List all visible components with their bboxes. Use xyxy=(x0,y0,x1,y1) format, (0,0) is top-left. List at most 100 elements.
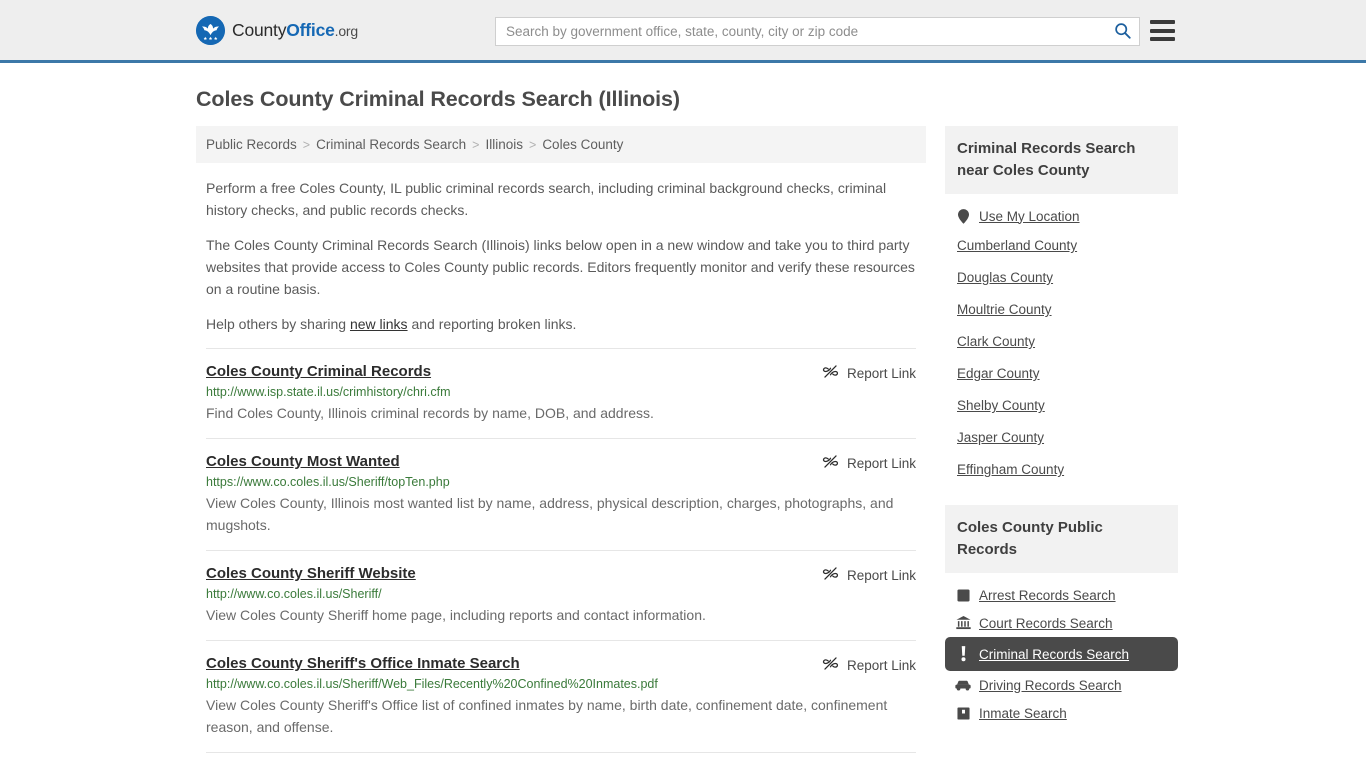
sidebar-item-label[interactable]: Court Records Search xyxy=(979,616,1113,631)
hamburger-bar xyxy=(1150,20,1175,24)
nearby-counties-title: Criminal Records Search near Coles Count… xyxy=(945,126,1178,194)
nearby-county-item[interactable]: Effingham County xyxy=(945,454,1178,486)
results-list: Coles County Criminal Records http://www… xyxy=(196,348,926,768)
search-input[interactable] xyxy=(496,18,1105,45)
result-title-link[interactable]: Coles County Sheriff's Office Inmate Sea… xyxy=(206,655,520,672)
sidebar-item-label[interactable]: Driving Records Search xyxy=(979,678,1122,693)
sidebar-item-arrest-records-search[interactable]: Arrest Records Search xyxy=(945,581,1178,609)
result-description: View Coles County Sheriff home page, inc… xyxy=(206,607,706,623)
intro-paragraph-1: Perform a free Coles County, IL public c… xyxy=(206,180,887,218)
breadcrumb-separator: > xyxy=(302,137,311,152)
intro-p3-before: Help others by sharing xyxy=(206,316,350,332)
intro-paragraph-3: Help others by sharing new links and rep… xyxy=(206,313,916,335)
new-links-link[interactable]: new links xyxy=(350,316,408,332)
nearby-county-item[interactable]: Douglas County xyxy=(945,262,1178,294)
result-item: Coles County Sheriff's Office Inmate Sea… xyxy=(206,640,916,752)
nearby-county-label[interactable]: Clark County xyxy=(957,334,1035,349)
nearby-county-label[interactable]: Douglas County xyxy=(957,270,1053,285)
result-description: View Coles County Sheriff's Office list … xyxy=(206,697,888,735)
search-button[interactable] xyxy=(1105,18,1139,45)
result-title-link[interactable]: Coles County Most Wanted xyxy=(206,453,400,470)
sidebar-item-court-records-search[interactable]: Court Records Search xyxy=(945,609,1178,637)
breadcrumb-item-illinois[interactable]: Illinois xyxy=(485,137,523,152)
logo-wordmark: CountyOffice.org xyxy=(232,20,358,41)
result-title-link[interactable]: Coles County Criminal Records xyxy=(206,363,431,380)
sidebar-item-label[interactable]: Inmate Search xyxy=(979,706,1067,721)
report-link-label: Report Link xyxy=(846,365,916,381)
breadcrumb-separator: > xyxy=(529,137,537,152)
content-columns: Public Records > Criminal Records Search… xyxy=(0,126,1366,768)
nearby-counties-card: Criminal Records Search near Coles Count… xyxy=(945,126,1178,486)
logo-text-county: County xyxy=(232,19,287,40)
breadcrumb-item-coles-county: Coles County xyxy=(542,137,624,152)
result-item: Coles County Sheriff's Office Inmate Sea… xyxy=(206,752,916,768)
breadcrumb: Public Records > Criminal Records Search… xyxy=(196,126,926,163)
exclamation-icon xyxy=(955,646,971,662)
result-item: Coles County Criminal Records http://www… xyxy=(206,348,916,438)
page-title: Coles County Criminal Records Search (Il… xyxy=(196,87,680,111)
report-link-label: Report Link xyxy=(846,657,916,673)
use-my-location-item[interactable]: Use My Location xyxy=(945,202,1178,230)
result-title-link[interactable]: Coles County Sheriff Website xyxy=(206,565,416,582)
eagle-shield-logo-icon xyxy=(196,15,225,45)
broken-link-icon xyxy=(822,363,839,383)
nearby-county-item[interactable]: Cumberland County xyxy=(945,230,1178,262)
site-header: CountyOffice.org xyxy=(0,0,1366,63)
logo-text-org: .org xyxy=(334,22,359,39)
report-link-label: Report Link xyxy=(846,567,916,583)
logo-text-office: Office xyxy=(286,19,335,40)
use-my-location-label[interactable]: Use My Location xyxy=(979,209,1080,224)
nearby-county-label[interactable]: Moultrie County xyxy=(957,302,1052,317)
result-description: Find Coles County, Illinois criminal rec… xyxy=(206,405,654,421)
intro-paragraph-2: The Coles County Criminal Records Search… xyxy=(206,237,915,297)
nearby-county-label[interactable]: Edgar County xyxy=(957,366,1040,381)
sidebar-item-driving-records-search[interactable]: Driving Records Search xyxy=(945,671,1178,699)
sidebar-item-label[interactable]: Criminal Records Search xyxy=(979,647,1129,662)
map-pin-icon xyxy=(955,208,971,224)
nearby-county-item[interactable]: Moultrie County xyxy=(945,294,1178,326)
report-link-button[interactable]: Report Link xyxy=(822,363,916,383)
intro-text: Perform a free Coles County, IL public c… xyxy=(196,163,926,335)
result-url[interactable]: http://www.isp.state.il.us/crimhistory/c… xyxy=(206,385,916,399)
public-records-card: Coles County Public Records Arrest Recor… xyxy=(945,505,1178,727)
breadcrumb-separator: > xyxy=(472,137,480,152)
breadcrumb-item-criminal-records-search[interactable]: Criminal Records Search xyxy=(316,137,466,152)
report-link-label: Report Link xyxy=(846,455,916,471)
nearby-county-label[interactable]: Jasper County xyxy=(957,430,1044,445)
page-container: Coles County Criminal Records Search (Il… xyxy=(0,63,1366,768)
breadcrumb-item-public-records[interactable]: Public Records xyxy=(206,137,297,152)
search-bar[interactable] xyxy=(495,17,1140,46)
courthouse-icon xyxy=(955,615,971,631)
sidebar: Criminal Records Search near Coles Count… xyxy=(945,126,1178,768)
hamburger-bar xyxy=(1150,37,1175,41)
result-description: View Coles County, Illinois most wanted … xyxy=(206,495,894,533)
nearby-county-item[interactable]: Shelby County xyxy=(945,390,1178,422)
nearby-county-item[interactable]: Jasper County xyxy=(945,422,1178,454)
result-url[interactable]: https://www.co.coles.il.us/Sheriff/topTe… xyxy=(206,475,916,489)
nearby-county-label[interactable]: Effingham County xyxy=(957,462,1064,477)
sidebar-item-label[interactable]: Arrest Records Search xyxy=(979,588,1116,603)
report-link-button[interactable]: Report Link xyxy=(822,655,916,675)
broken-link-icon xyxy=(822,655,839,675)
nearby-county-label[interactable]: Cumberland County xyxy=(957,238,1077,253)
result-item: Coles County Most Wanted https://www.co.… xyxy=(206,438,916,550)
result-url[interactable]: http://www.co.coles.il.us/Sheriff/ xyxy=(206,587,916,601)
sidebar-item-inmate-search[interactable]: Inmate Search xyxy=(945,699,1178,727)
report-link-button[interactable]: Report Link xyxy=(822,453,916,473)
hamburger-bar xyxy=(1150,28,1175,33)
sidebar-item-criminal-records-search[interactable]: Criminal Records Search xyxy=(945,637,1178,671)
result-item: Coles County Sheriff Website http://www.… xyxy=(206,550,916,640)
nearby-county-item[interactable]: Clark County xyxy=(945,326,1178,358)
public-records-title: Coles County Public Records xyxy=(945,505,1178,573)
nearby-county-label[interactable]: Shelby County xyxy=(957,398,1045,413)
nearby-county-item[interactable]: Edgar County xyxy=(945,358,1178,390)
result-url[interactable]: http://www.co.coles.il.us/Sheriff/Web_Fi… xyxy=(206,677,916,691)
report-link-button[interactable]: Report Link xyxy=(822,565,916,585)
hamburger-menu-icon[interactable] xyxy=(1150,20,1175,41)
broken-link-icon xyxy=(822,453,839,473)
public-records-list: Arrest Records Search Court Records Sear… xyxy=(945,573,1178,727)
search-icon xyxy=(1114,22,1131,42)
nearby-counties-list: Use My Location Cumberland County Dougla… xyxy=(945,194,1178,486)
site-logo[interactable]: CountyOffice.org xyxy=(196,15,358,45)
fingerprint-icon xyxy=(955,587,971,603)
